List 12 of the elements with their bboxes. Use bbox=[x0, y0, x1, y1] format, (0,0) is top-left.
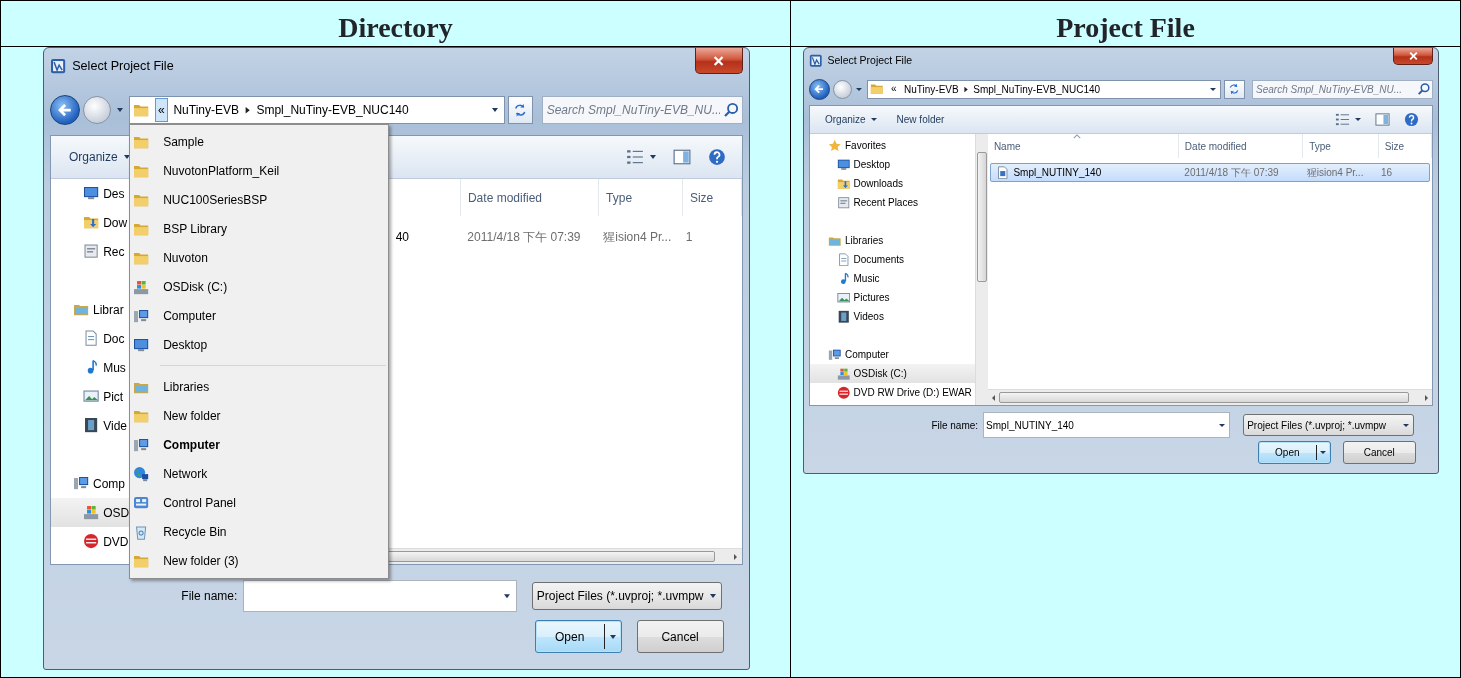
table-cell-text: 2011/4/18 下午 07:39 bbox=[467, 228, 581, 246]
field-label: File name: bbox=[180, 588, 239, 605]
table-cell-text: 猩ision4 Pr... bbox=[1306, 166, 1364, 180]
table-cell-text: 1 bbox=[685, 228, 693, 246]
table-cell-text: Smpl_NUTINY_140 bbox=[1013, 166, 1102, 180]
window-title: Select Project File bbox=[827, 52, 913, 68]
window-title: Select Project File bbox=[72, 58, 174, 76]
table-cell-text: 40 bbox=[395, 228, 409, 246]
field-label: File name: bbox=[930, 418, 980, 433]
table-cell-text: 猩ision4 Pr... bbox=[603, 228, 672, 246]
table-cell-text: 2011/4/18 下午 07:39 bbox=[1184, 166, 1279, 180]
table-cell-text: 16 bbox=[1381, 166, 1393, 180]
